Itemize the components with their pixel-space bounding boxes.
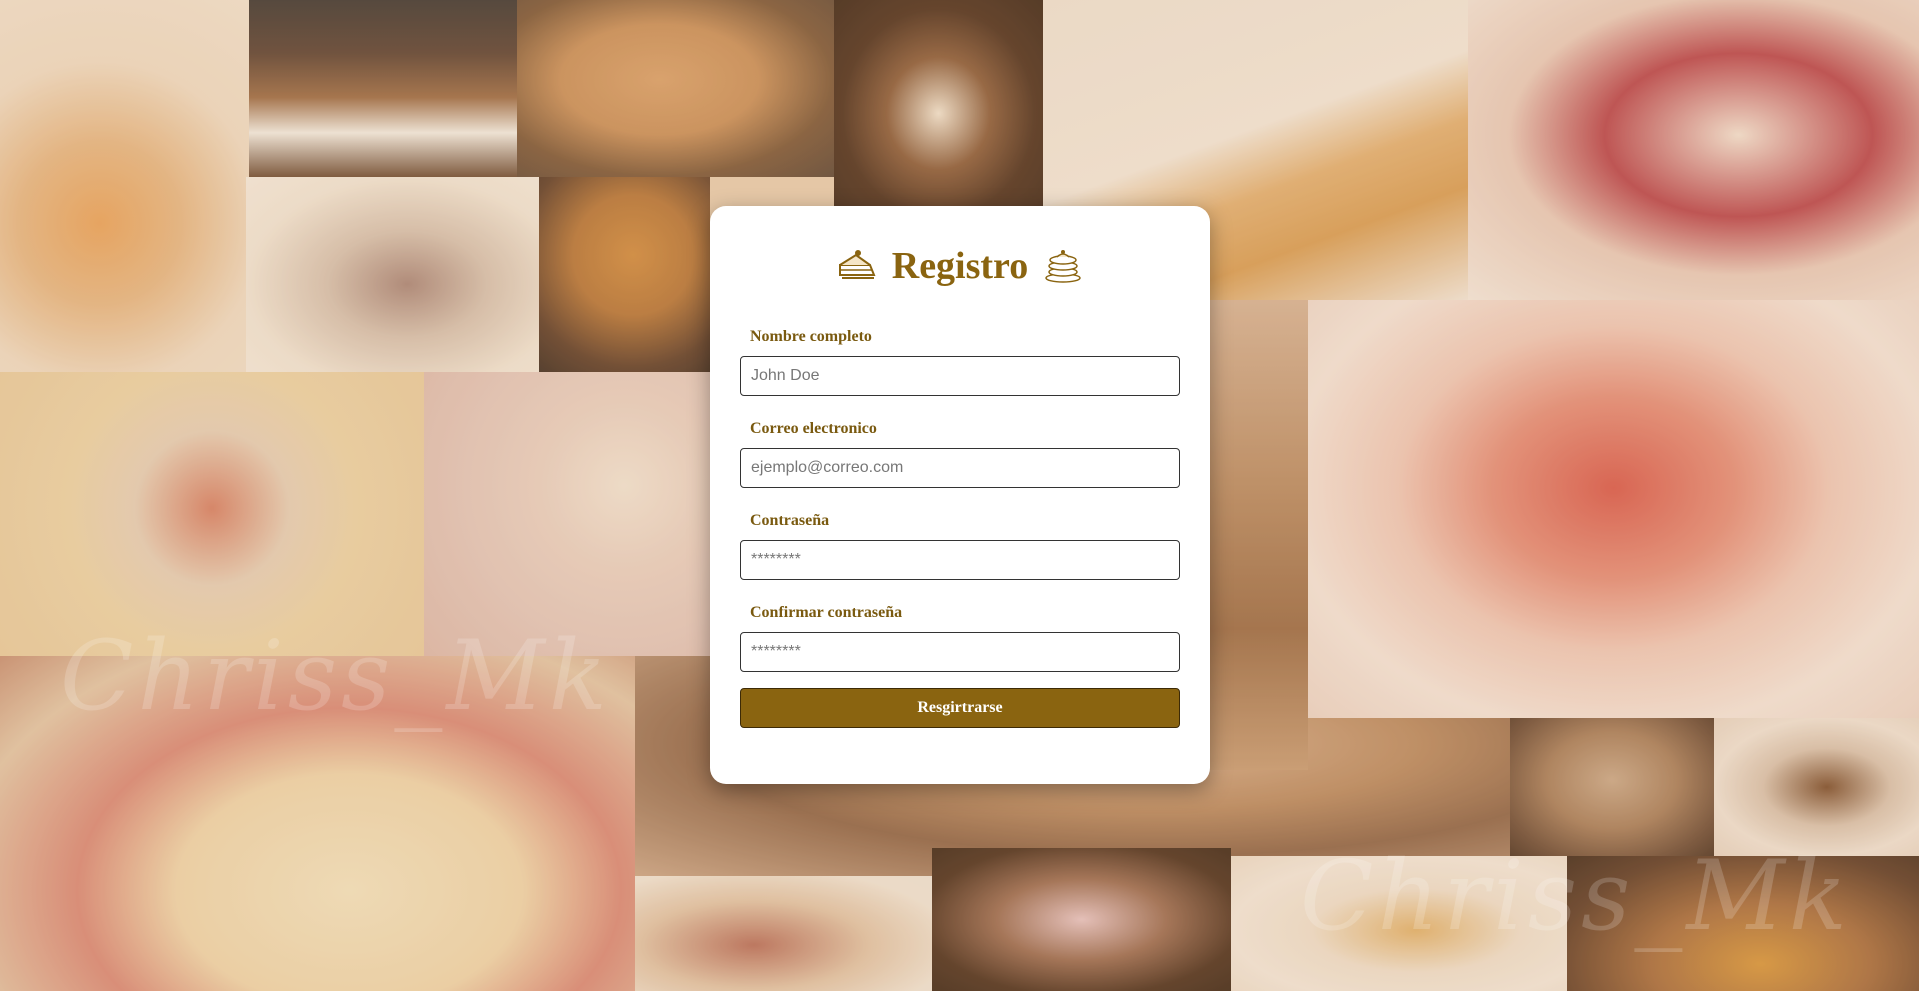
- photo-chocolate-cake: [834, 0, 1043, 206]
- photo-cupcake-hands: [424, 372, 710, 656]
- photo-meringue-tart: [1567, 856, 1919, 991]
- photo-apple-pie: [517, 0, 834, 177]
- photo-pancake-stack-side: [1210, 300, 1308, 770]
- photo-strawberry-drip-cake: [1308, 300, 1919, 718]
- full-name-input[interactable]: [740, 356, 1180, 396]
- label-confirm-password: Confirmar contraseña: [750, 604, 903, 621]
- photo-pie-slice: [539, 177, 710, 372]
- confirm-password-input[interactable]: [740, 632, 1180, 672]
- photo-donuts-sprinkles: [1231, 856, 1567, 991]
- photo-donuts: [0, 0, 249, 372]
- register-submit-button[interactable]: Resgirtrarse: [740, 688, 1180, 728]
- photo-berry-cake-slice: [635, 876, 932, 991]
- photo-mousse-cake: [1714, 718, 1919, 856]
- photo-pumpkin-pie: [249, 0, 517, 177]
- email-input[interactable]: [740, 448, 1180, 488]
- form-header: Registro: [710, 244, 1210, 288]
- label-full-name: Nombre completo: [750, 328, 872, 345]
- photo-strawberry-cake: [0, 656, 635, 991]
- register-form-card: Registro Nombre completo Correo electron…: [710, 206, 1210, 784]
- label-email: Correo electronico: [750, 420, 877, 437]
- photo-lattice-tart: [0, 372, 424, 656]
- photo-red-velvet-cupcakes: [1468, 0, 1919, 300]
- cake-slice-icon: [836, 245, 878, 287]
- label-password: Contraseña: [750, 512, 830, 529]
- password-input[interactable]: [740, 540, 1180, 580]
- photo-cupcakes-chocolate-chips: [1510, 718, 1714, 856]
- photo-mini-cupcakes: [246, 177, 539, 372]
- form-title: Registro: [891, 245, 1029, 287]
- photo-glazed-donuts: [932, 848, 1231, 991]
- pancake-stack-icon: [1042, 245, 1084, 287]
